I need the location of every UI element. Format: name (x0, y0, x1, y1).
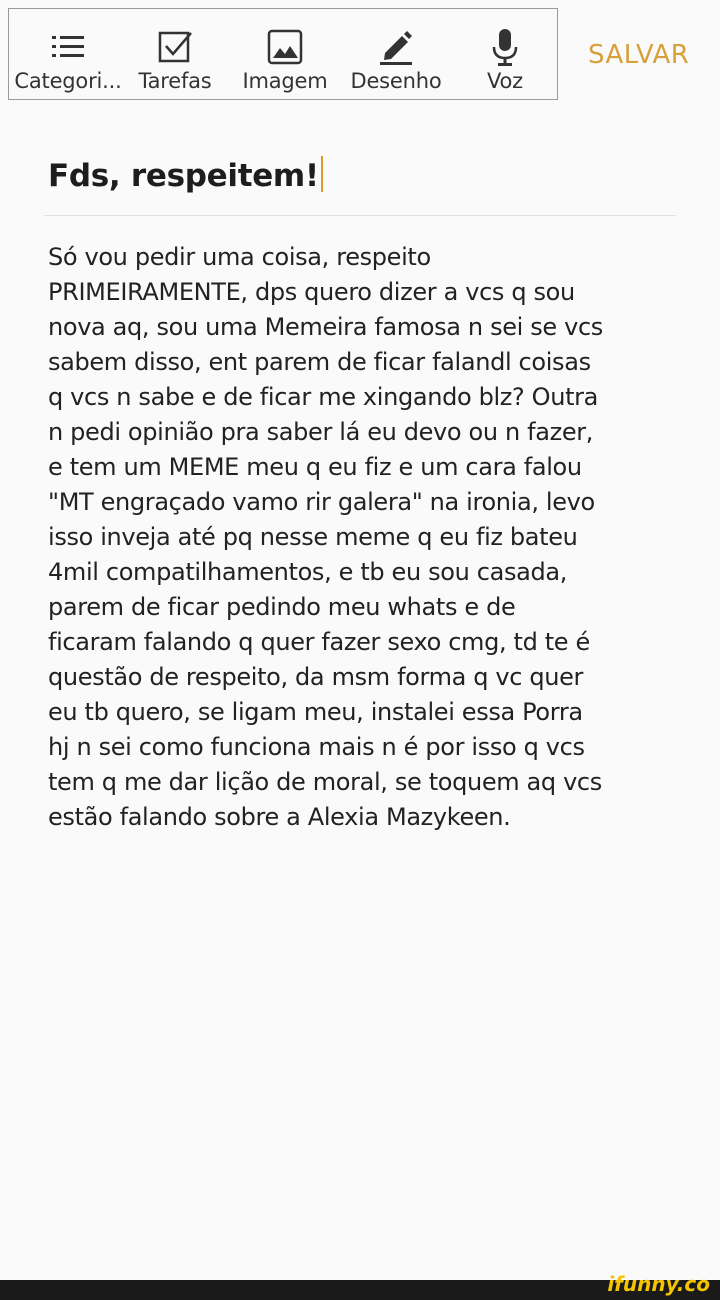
title-divider (44, 215, 676, 216)
image-icon (265, 27, 305, 67)
drawing-button[interactable]: Desenho (341, 9, 451, 101)
note-line: questão de respeito, da msm forma q vc q… (48, 663, 584, 691)
pen-icon (376, 27, 416, 67)
drawing-label: Desenho (350, 69, 442, 93)
note-line: Só vou pedir uma coisa, respeito (48, 243, 431, 271)
note-line: tem q me dar lição de moral, se toquem a… (48, 768, 602, 796)
note-line: "MT engraçado vamo rir galera" na ironia… (48, 488, 595, 516)
note-line: q vcs n sabe e de ficar me xingando blz?… (48, 383, 599, 411)
note-line: nova aq, sou uma Memeira famosa n sei se… (48, 313, 603, 341)
categories-label: Categori... (14, 69, 122, 93)
list-icon (48, 27, 88, 67)
note-line: 4mil compatilhamentos, e tb eu sou casad… (48, 558, 567, 586)
image-label: Imagem (242, 69, 328, 93)
note-line: e tem um MEME meu q eu fiz e um cara fal… (48, 453, 582, 481)
text-cursor (320, 156, 323, 192)
note-line: PRIMEIRAMENTE, dps quero dizer a vcs q s… (48, 278, 575, 306)
note-title: Fds, respeitem! (48, 158, 319, 194)
tasks-button[interactable]: Tarefas (127, 9, 223, 101)
categories-button[interactable]: Categori... (9, 9, 127, 101)
image-button[interactable]: Imagem (231, 9, 339, 101)
note-line: eu tb quero, se ligam meu, instalei essa… (48, 698, 583, 726)
note-line: n pedi opinião pra saber lá eu devo ou n… (48, 418, 594, 446)
save-button[interactable]: SALVAR (588, 40, 689, 70)
note-body-field[interactable]: Só vou pedir uma coisa, respeito PRIMEIR… (48, 240, 678, 835)
note-line: ficaram falando q quer fazer sexo cmg, t… (48, 628, 590, 656)
microphone-icon (485, 27, 525, 67)
note-line: hj n sei como funciona mais n é por isso… (48, 733, 585, 761)
checkbox-icon (155, 27, 195, 67)
voice-button[interactable]: Voz (461, 9, 549, 101)
watermark-logo: ifunny.co (607, 1272, 710, 1296)
tasks-label: Tarefas (138, 69, 212, 93)
note-line: estão falando sobre a Alexia Mazykeen. (48, 803, 511, 831)
voice-label: Voz (486, 69, 523, 93)
note-title-field[interactable]: Fds, respeitem! (48, 156, 323, 194)
note-line: isso inveja até pq nesse meme q eu fiz b… (48, 523, 578, 551)
note-line: parem de ficar pedindo meu whats e de (48, 593, 516, 621)
note-toolbar: Categori... Tarefas Imagem Desenho Voz (8, 8, 558, 100)
note-line: sabem disso, ent parem de ficar falandl … (48, 348, 591, 376)
